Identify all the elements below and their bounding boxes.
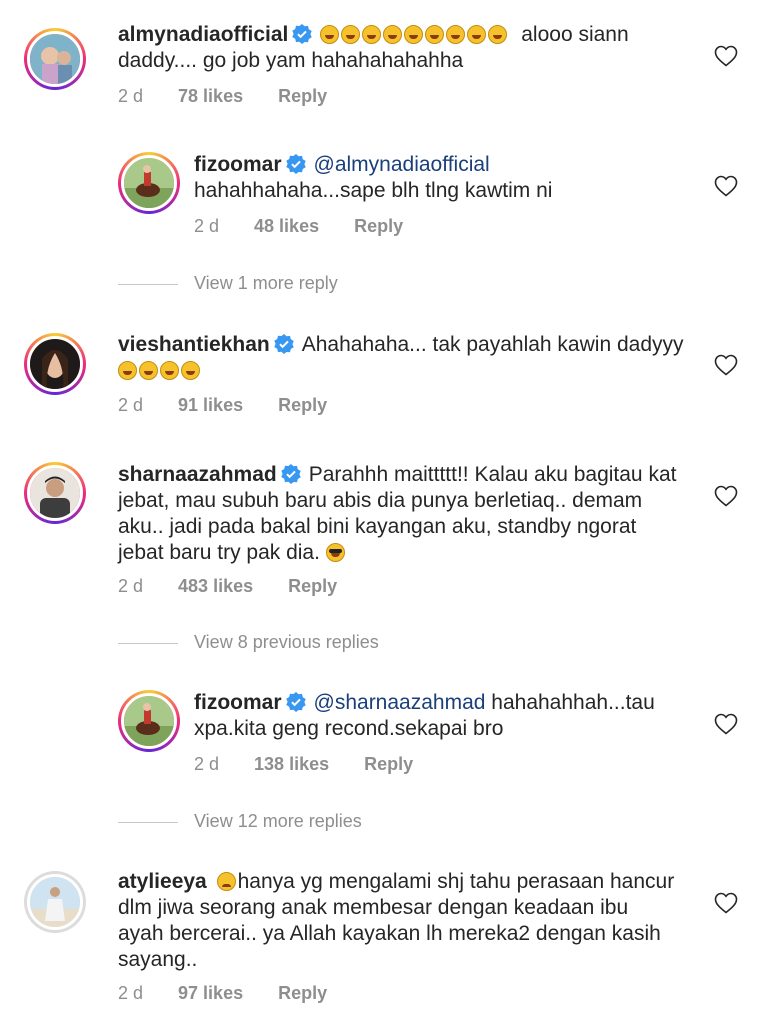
timestamp: 2 d <box>194 754 220 774</box>
heart-icon[interactable] <box>714 485 738 507</box>
username[interactable]: almynadiaofficial <box>118 23 288 46</box>
comment-text: Ahahahaha... tak payahlah kawin dadyyy <box>301 333 684 356</box>
username[interactable]: sharnaazahmad <box>118 463 277 486</box>
comment-meta: 2 d 48 likes Reply <box>194 216 438 237</box>
heart-icon[interactable] <box>714 713 738 735</box>
comment-text: ayah bercerai.. ya Allah kayakan lh mere… <box>118 922 661 945</box>
reply-button[interactable]: Reply <box>354 216 403 236</box>
comment-meta: 2 d 483 likes Reply <box>118 576 372 597</box>
comment-body: atylieeya hanya yg mengalami shj tahu pe… <box>118 869 674 973</box>
likes-count[interactable]: 97 likes <box>178 983 243 1003</box>
avatar[interactable] <box>24 871 86 933</box>
timestamp: 2 d <box>194 216 220 236</box>
avatar[interactable] <box>24 333 86 395</box>
comment-body: almynadiaofficial alooo siann daddy.... … <box>118 22 629 74</box>
comment-body: vieshantiekhan Ahahahaha... tak payahlah … <box>118 332 684 384</box>
avatar[interactable] <box>118 152 180 214</box>
comment-text: daddy.... go job yam hahahahahahha <box>118 49 464 72</box>
reply-button[interactable]: Reply <box>364 754 413 774</box>
reply-button[interactable]: Reply <box>288 576 337 596</box>
comment-text: sayang.. <box>118 948 198 971</box>
comment-body: fizoomar @almynadiaofficial hahahhahaha..… <box>194 152 552 204</box>
comment-text: dlm jiwa seorang anak membesar dengan ke… <box>118 896 629 919</box>
timestamp: 2 d <box>118 86 144 106</box>
avatar[interactable] <box>118 690 180 752</box>
verified-badge-icon <box>274 334 294 354</box>
comment-meta: 2 d 138 likes Reply <box>194 754 448 775</box>
heart-icon[interactable] <box>714 175 738 197</box>
reply-button[interactable]: Reply <box>278 86 327 106</box>
comment-text: xpa.kita geng recond.sekapai bro <box>194 717 504 740</box>
mention-link[interactable]: @almynadiaofficial <box>314 153 490 176</box>
username[interactable]: fizoomar <box>194 691 282 714</box>
likes-count[interactable]: 483 likes <box>178 576 253 596</box>
reply-button[interactable]: Reply <box>278 395 327 415</box>
sunglasses-emoji <box>325 543 345 562</box>
timestamp: 2 d <box>118 395 144 415</box>
comment-text: hahahhahaha...sape blh tlng kawtim ni <box>194 179 553 202</box>
likes-count[interactable]: 48 likes <box>254 216 319 236</box>
verified-badge-icon <box>292 24 313 44</box>
username[interactable]: fizoomar <box>194 153 282 176</box>
view-previous-label[interactable]: View 8 previous replies <box>194 632 379 653</box>
heart-icon[interactable] <box>714 892 738 914</box>
comment-text: alooo siann <box>521 23 629 46</box>
comment-text: jebat, mau subuh baru abis dia punya ber… <box>118 489 643 512</box>
comment-body: sharnaazahmad Parahhh maittttt!! Kalau ak… <box>118 462 676 566</box>
likes-count[interactable]: 91 likes <box>178 395 243 415</box>
timestamp: 2 d <box>118 576 144 596</box>
verified-badge-icon <box>281 464 301 484</box>
comment-text: Parahhh maittttt!! Kalau aku bagitau kat <box>308 463 677 486</box>
username[interactable]: vieshantiekhan <box>118 333 270 356</box>
likes-count[interactable]: 138 likes <box>254 754 329 774</box>
comment-meta: 2 d 97 likes Reply <box>118 983 362 1004</box>
sad-emoji <box>216 872 236 891</box>
comment-body: fizoomar @sharnaazahmad hahahahhah...tau … <box>194 690 655 742</box>
avatar[interactable] <box>24 28 86 90</box>
comment-text: aku.. jadi pada bakal bini kayangan aku,… <box>118 515 637 538</box>
timestamp: 2 d <box>118 983 144 1003</box>
heart-icon[interactable] <box>714 45 738 67</box>
heart-icon[interactable] <box>714 354 738 376</box>
laughing-emoji-row <box>320 23 509 46</box>
avatar[interactable] <box>24 462 86 524</box>
verified-badge-icon <box>285 692 306 712</box>
comment-meta: 2 d 91 likes Reply <box>118 395 362 416</box>
crying-laughing-emoji-row <box>118 359 202 382</box>
divider <box>118 822 178 823</box>
divider <box>118 643 178 644</box>
likes-count[interactable]: 78 likes <box>178 86 243 106</box>
verified-badge-icon <box>285 154 306 174</box>
reply-button[interactable]: Reply <box>278 983 327 1003</box>
comment-text: hanya yg mengalami shj tahu perasaan han… <box>237 870 675 893</box>
mention-link[interactable]: @sharnaazahmad <box>314 691 486 714</box>
comment-text: hahahahhah...tau <box>491 691 655 714</box>
view-more-label[interactable]: View 12 more replies <box>194 811 362 832</box>
comment-text: jebat baru try pak dia. <box>118 541 320 564</box>
divider <box>118 284 178 285</box>
comment-meta: 2 d 78 likes Reply <box>118 86 362 107</box>
username[interactable]: atylieeya <box>118 870 207 893</box>
view-more-label[interactable]: View 1 more reply <box>194 273 338 294</box>
